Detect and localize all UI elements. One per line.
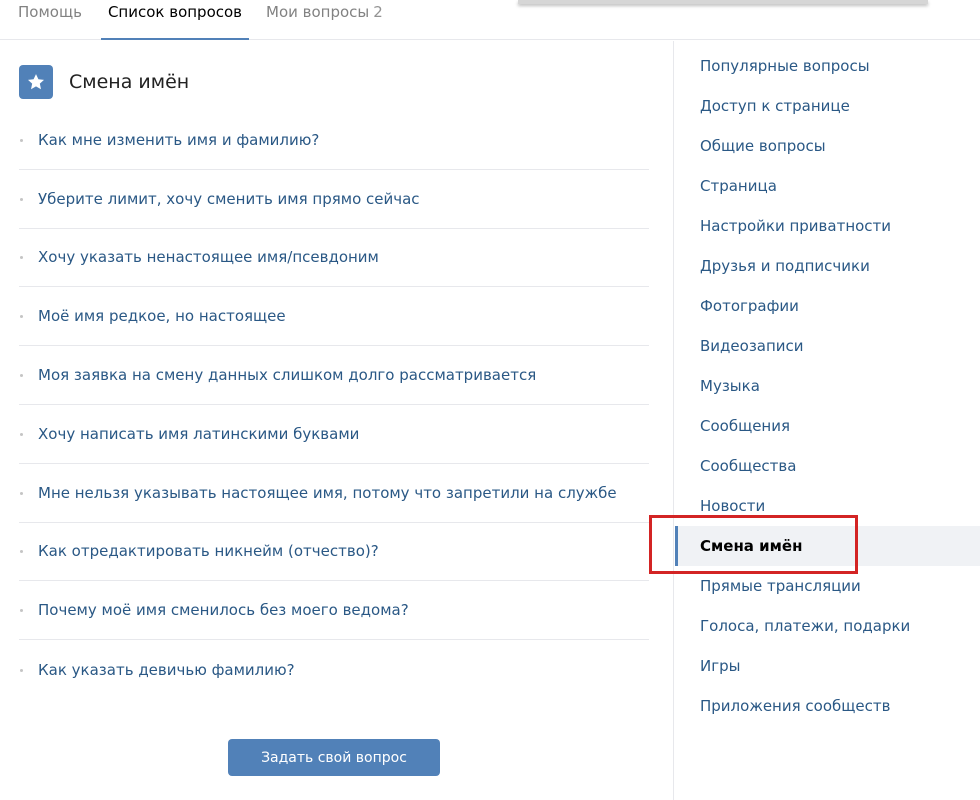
tab-my-questions[interactable]: Мои вопросы 2	[266, 0, 383, 40]
sidebar-item-live[interactable]: Прямые трансляции	[675, 566, 980, 606]
sidebar: Популярные вопросы Доступ к странице Общ…	[675, 46, 980, 726]
main-content: Смена имён Как мне изменить имя и фамили…	[0, 41, 674, 800]
question-text: Почему моё имя сменилось без моего ведом…	[38, 601, 409, 620]
sidebar-item-photos[interactable]: Фотографии	[675, 286, 980, 326]
overlay-bar	[518, 0, 928, 4]
question-item[interactable]: Почему моё имя сменилось без моего ведом…	[19, 581, 649, 641]
bullet-icon	[20, 668, 23, 672]
ask-question-button[interactable]: Задать свой вопрос	[228, 739, 440, 776]
sidebar-item-communities[interactable]: Сообщества	[675, 446, 980, 486]
question-item[interactable]: Моя заявка на смену данных слишком долго…	[19, 346, 649, 405]
question-text: Хочу написать имя латинскими буквами	[38, 424, 360, 443]
bullet-icon	[20, 609, 23, 613]
tab-help[interactable]: Помощь	[18, 0, 82, 40]
tab-questions-list[interactable]: Список вопросов	[101, 0, 249, 40]
bullet-icon	[20, 197, 23, 201]
question-item[interactable]: Как отредактировать никнейм (отчество)?	[19, 523, 649, 582]
question-text: Хочу указать ненастоящее имя/псевдоним	[38, 248, 379, 267]
tab-my-questions-label: Мои вопросы	[266, 3, 370, 21]
bullet-icon	[20, 550, 23, 554]
tab-help-label: Помощь	[18, 3, 82, 21]
sidebar-item-popular[interactable]: Популярные вопросы	[675, 46, 980, 86]
question-text: Уберите лимит, хочу сменить имя прямо се…	[38, 189, 420, 208]
question-text: Моя заявка на смену данных слишком долго…	[38, 366, 537, 385]
sidebar-item-messages[interactable]: Сообщения	[675, 406, 980, 446]
tab-questions-list-label: Список вопросов	[107, 3, 243, 21]
question-item[interactable]: Как указать девичью фамилию?	[19, 640, 649, 699]
question-item[interactable]: Моё имя редкое, но настоящее	[19, 287, 649, 347]
question-text: Как указать девичью фамилию?	[38, 660, 295, 679]
sidebar-item-friends[interactable]: Друзья и подписчики	[675, 246, 980, 286]
question-item[interactable]: Как мне изменить имя и фамилию?	[19, 111, 649, 170]
sidebar-item-name-change[interactable]: Смена имён	[675, 526, 980, 566]
sidebar-item-news[interactable]: Новости	[675, 486, 980, 526]
sidebar-item-videos[interactable]: Видеозаписи	[675, 326, 980, 366]
bullet-icon	[20, 432, 23, 436]
bullet-icon	[20, 491, 23, 495]
sidebar-item-music[interactable]: Музыка	[675, 366, 980, 406]
sidebar-item-privacy[interactable]: Настройки приватности	[675, 206, 980, 246]
sidebar-item-games[interactable]: Игры	[675, 646, 980, 686]
question-item[interactable]: Мне нельзя указывать настоящее имя, пото…	[19, 464, 649, 523]
sidebar-item-general[interactable]: Общие вопросы	[675, 126, 980, 166]
my-questions-count: 2	[373, 3, 383, 21]
sidebar-item-community-apps[interactable]: Приложения сообществ	[675, 686, 980, 726]
question-item[interactable]: Хочу указать ненастоящее имя/псевдоним	[19, 229, 649, 288]
bullet-icon	[20, 256, 23, 260]
sidebar-item-page[interactable]: Страница	[675, 166, 980, 206]
section-title: Смена имён	[69, 71, 190, 93]
question-text: Моё имя редкое, но настоящее	[38, 307, 286, 326]
bullet-icon	[20, 315, 23, 319]
bullet-icon	[20, 374, 23, 378]
sidebar-item-votes-payments[interactable]: Голоса, платежи, подарки	[675, 606, 980, 646]
question-text: Как мне изменить имя и фамилию?	[38, 130, 320, 149]
section-header: Смена имён	[19, 65, 189, 99]
question-list: Как мне изменить имя и фамилию? Уберите …	[19, 111, 649, 699]
bullet-icon	[20, 138, 23, 142]
question-item[interactable]: Уберите лимит, хочу сменить имя прямо се…	[19, 170, 649, 229]
top-tabs: Помощь Список вопросов Мои вопросы 2	[0, 0, 980, 40]
sidebar-item-page-access[interactable]: Доступ к странице	[675, 86, 980, 126]
question-text: Как отредактировать никнейм (отчество)?	[38, 542, 379, 561]
star-icon	[19, 65, 53, 99]
question-text: Мне нельзя указывать настоящее имя, пото…	[38, 483, 617, 502]
question-item[interactable]: Хочу написать имя латинскими буквами	[19, 405, 649, 464]
